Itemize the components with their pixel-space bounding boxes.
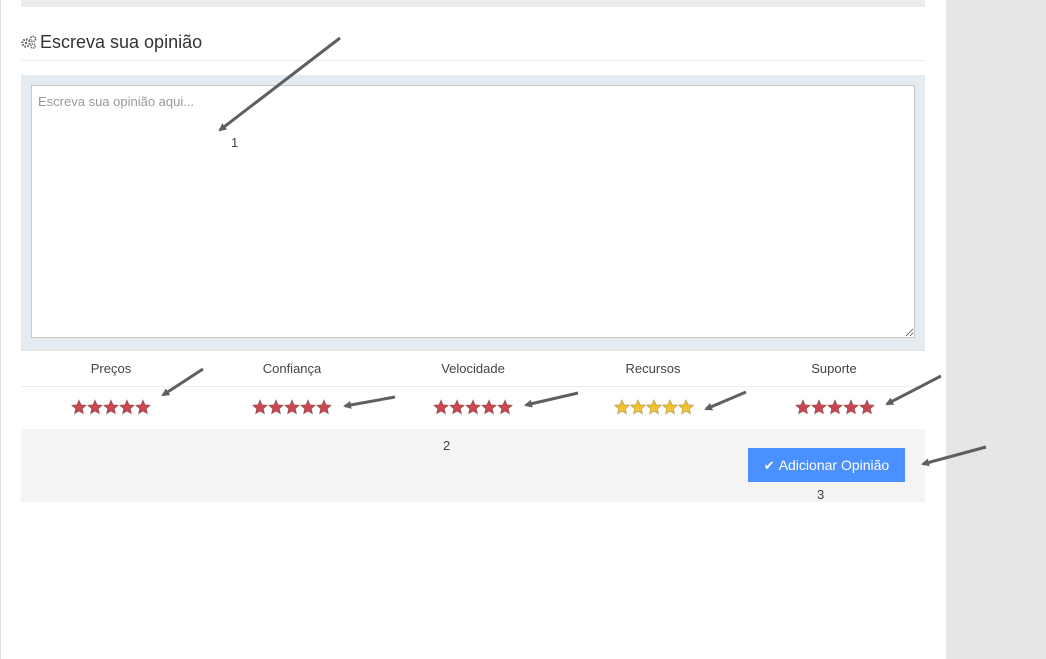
star-icon[interactable] (810, 399, 828, 415)
star-icon[interactable] (283, 399, 301, 415)
star-icon[interactable] (433, 399, 450, 415)
star-icon[interactable] (315, 399, 332, 415)
star-icon[interactable] (102, 399, 120, 415)
rating-label-confianca: Confiança (262, 361, 322, 376)
rating-recursos: Recursos (563, 351, 743, 429)
star-icon[interactable] (496, 399, 513, 415)
star-icon[interactable] (464, 399, 482, 415)
section-title: Escreva sua opinião (40, 32, 203, 52)
star-icon[interactable] (629, 399, 647, 415)
star-icon[interactable] (677, 399, 694, 415)
star-icon[interactable] (614, 399, 631, 415)
annotation-1: 1 (231, 135, 239, 150)
rating-confianca: Confiança (202, 351, 382, 429)
star-icon[interactable] (86, 399, 104, 415)
star-rating-confianca[interactable] (252, 399, 332, 415)
star-icon[interactable] (134, 399, 151, 415)
star-rating-precos[interactable] (71, 399, 151, 415)
star-icon[interactable] (71, 399, 88, 415)
opinion-textarea-wrapper (21, 75, 925, 350)
rating-label-recursos: Recursos (625, 361, 681, 376)
star-icon[interactable] (661, 399, 679, 415)
star-icon[interactable] (267, 399, 285, 415)
rating-precos: Preços (21, 351, 201, 429)
top-bar (21, 0, 925, 7)
star-icon[interactable] (826, 399, 844, 415)
rating-label-precos: Preços (90, 361, 132, 376)
star-icon[interactable] (252, 399, 269, 415)
rating-label-suporte: Suporte (811, 361, 857, 376)
rating-velocidade: Velocidade (383, 351, 563, 429)
star-icon[interactable] (448, 399, 466, 415)
star-icon[interactable] (299, 399, 317, 415)
star-icon[interactable] (480, 399, 498, 415)
annotation-2: 2 (443, 438, 451, 453)
section-header: Escreva sua opinião (21, 31, 925, 61)
star-icon[interactable] (645, 399, 663, 415)
star-icon[interactable] (842, 399, 860, 415)
gears-icon (21, 35, 37, 49)
check-icon: ✔ (763, 457, 775, 473)
rating-label-velocidade: Velocidade (441, 361, 505, 376)
star-rating-suporte[interactable] (795, 399, 875, 415)
right-panel (946, 0, 1046, 659)
left-border (0, 0, 1, 659)
star-icon[interactable] (795, 399, 812, 415)
star-rating-recursos[interactable] (614, 399, 694, 415)
ratings-table: Preços Confiança Velocidade Recursos Sup… (21, 350, 925, 431)
star-icon[interactable] (858, 399, 875, 415)
star-icon[interactable] (118, 399, 136, 415)
add-opinion-label: Adicionar Opinião (778, 456, 890, 473)
opinion-textarea[interactable] (31, 85, 915, 338)
rating-suporte: Suporte (744, 351, 924, 429)
add-opinion-button[interactable]: ✔ Adicionar Opinião (748, 448, 905, 482)
star-rating-velocidade[interactable] (433, 399, 513, 415)
annotation-3: 3 (817, 487, 825, 502)
